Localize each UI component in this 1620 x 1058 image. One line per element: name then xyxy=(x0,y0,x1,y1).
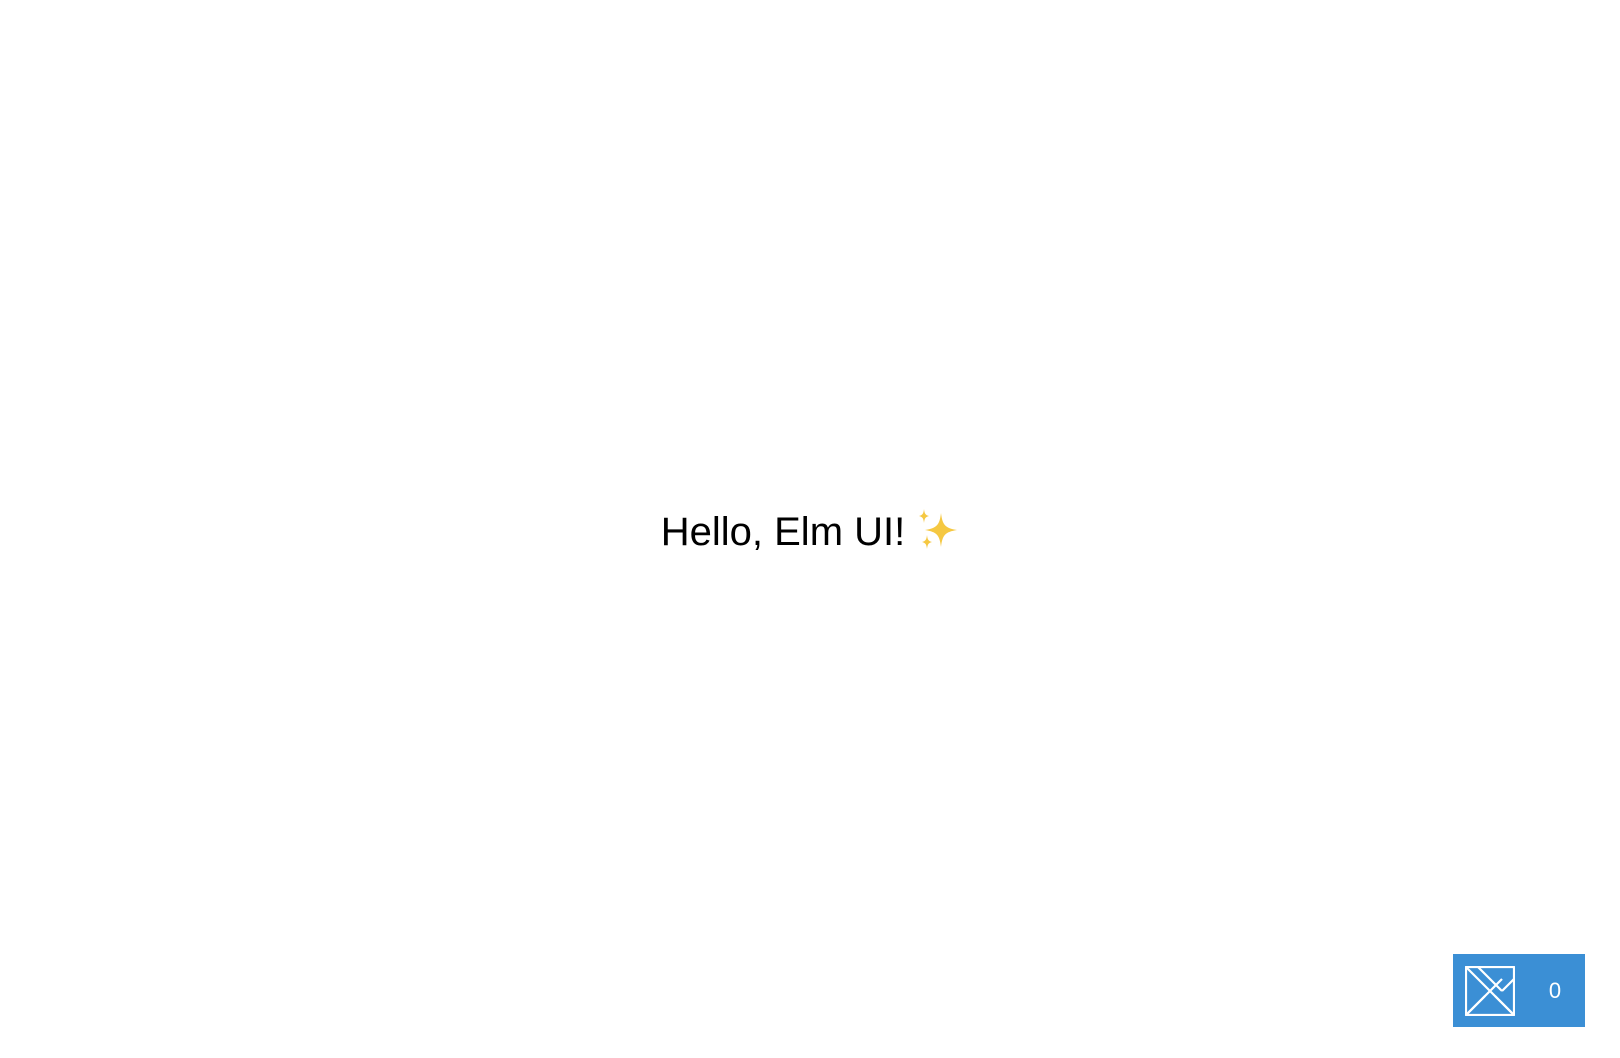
elm-logo-icon xyxy=(1465,965,1515,1016)
page: Hello, Elm UI! 0 xyxy=(0,0,1620,1058)
sparkles-icon xyxy=(919,509,958,549)
greeting-text: Hello, Elm UI! xyxy=(660,510,906,554)
debugger-button[interactable]: 0 xyxy=(1453,954,1585,1027)
greeting-line: Hello, Elm UI! xyxy=(0,507,1620,556)
debugger-message-count: 0 xyxy=(1548,977,1562,1003)
